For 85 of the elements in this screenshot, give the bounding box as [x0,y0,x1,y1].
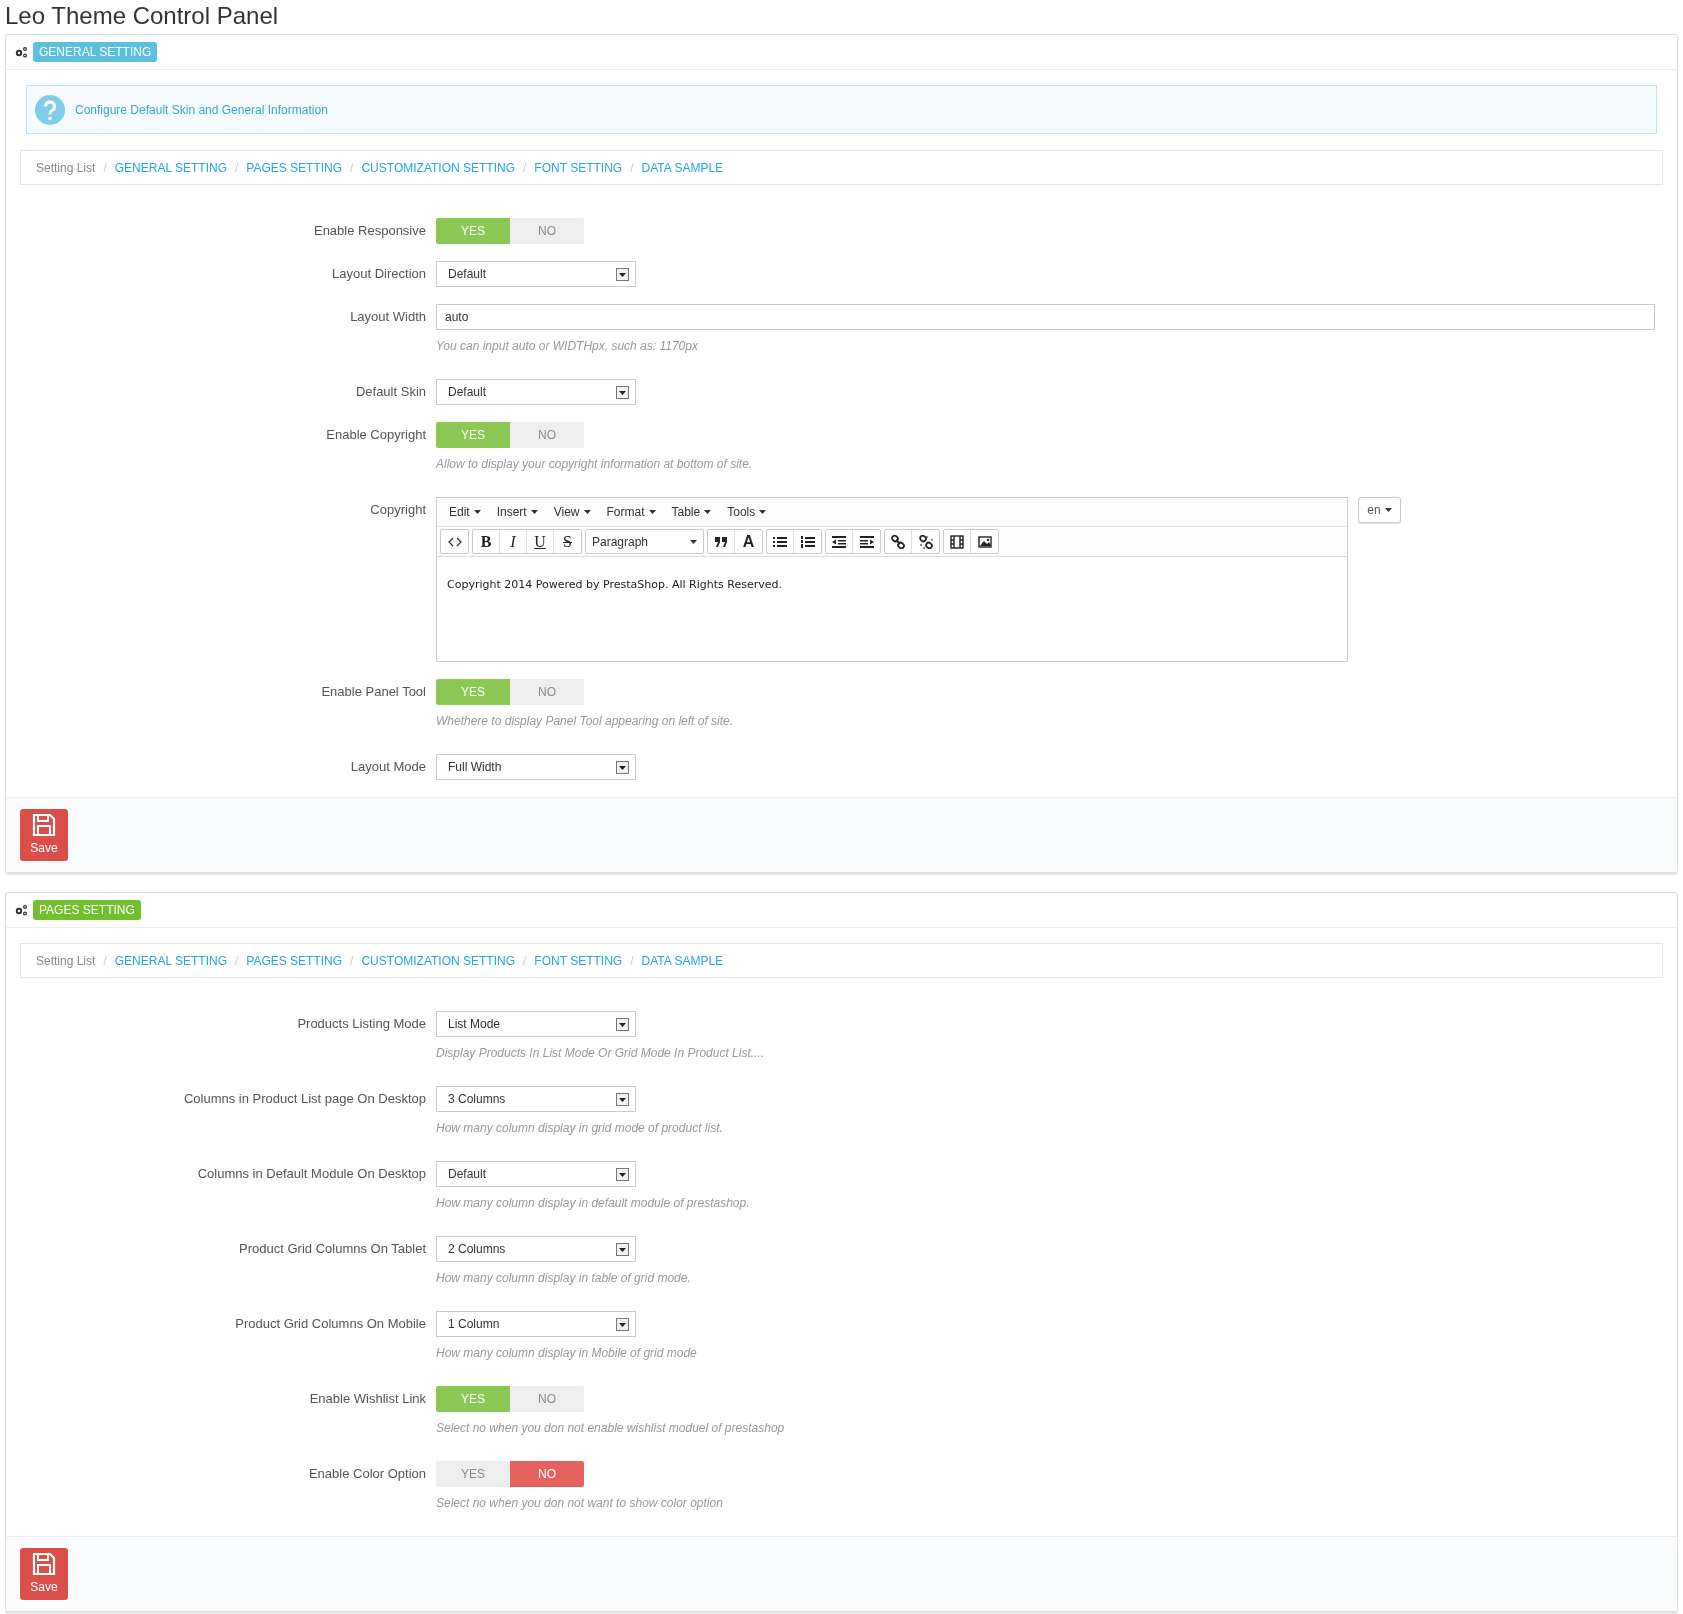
help-text: How many column display in grid mode of product list. [436,1120,724,1137]
help-text: How many column display in default module of prestashop. [436,1195,751,1212]
breadcrumb-separator: / [523,952,527,970]
breadcrumb-separator: / [234,952,239,970]
field-label: Enable Panel Tool [320,683,427,701]
outdent-icon [832,534,846,549]
field-label: Enable Color Option [307,1465,427,1483]
breadcrumb-separator: / [103,952,107,970]
field-label: Enable Copyright [325,426,427,444]
select-field[interactable]: Default [436,379,636,405]
save-button[interactable]: Save [20,1548,68,1600]
select-field[interactable]: Default [436,261,636,287]
bullet-list-icon [773,534,787,549]
caret-icon [583,510,591,514]
menu-item[interactable]: Edit [443,503,487,521]
breadcrumb-separator: / [630,952,634,970]
caret-icon [530,510,538,514]
panel-title-badge: PAGES SETTING [33,900,141,920]
select-field[interactable]: Default [436,1161,636,1187]
indent-icon [859,534,874,549]
numbered-list-icon [800,534,815,549]
field-label: Default Skin [354,383,427,401]
menu-item[interactable]: Table [665,503,718,521]
underline-button[interactable]: U [527,530,554,553]
field-label: Layout Width [349,308,427,326]
format-dropdown[interactable]: Paragraph [586,530,703,553]
select-field[interactable]: 1 Column [436,1311,636,1337]
field-label: Product Grid Columns On Mobile [234,1315,427,1333]
caret-icon [473,510,481,514]
help-text: Display Products In List Mode Or Grid Mode In Product List.... [436,1045,766,1062]
select-field[interactable]: 2 Columns [436,1236,636,1262]
breadcrumb-separator: / [630,159,634,177]
help-text: Select no when you don not enable wishlist moduel of prestashop [436,1420,786,1437]
editor-content[interactable]: Copyright 2014 Powered by PrestaShop. All Rights Reserved. [437,557,1347,661]
field-label: Layout Mode [349,758,427,776]
italic-button[interactable]: I [500,530,527,553]
field-label: Columns in Product List page On Desktop [182,1090,427,1108]
select-field[interactable]: List Mode [436,1011,636,1037]
quote-icon [714,534,728,549]
strikethrough-button[interactable]: S [554,530,581,553]
panel-title-badge: GENERAL SETTING [33,42,158,62]
select-field[interactable]: 3 Columns [436,1086,636,1112]
help-text: Allow to display your copyright information at bottom of site. [436,456,754,473]
caret-icon [690,539,697,544]
page-title: Leo Theme Control Panel [5,2,280,30]
help-text: How many column display in Mobile of grid mode [436,1345,698,1362]
unlink-icon [918,534,933,549]
menu-item[interactable]: Tools [721,503,773,521]
gears-icon [14,904,28,916]
field-label: Products Listing Mode [296,1015,427,1033]
field-label: Layout Direction [331,265,427,283]
help-icon [35,94,65,125]
text-input[interactable]: auto [436,304,1655,330]
help-text: You can input auto or WIDTHpx, such as: 1170px [436,338,699,355]
breadcrumb-separator: / [350,952,354,970]
help-text: Whethere to display Panel Tool appearing on left of site. [436,713,735,730]
caret-icon [759,510,767,514]
breadcrumb-separator: / [523,159,527,177]
help-text: How many column display in table of grid mode. [436,1270,692,1287]
info-text: Configure Default Skin and General Information [75,101,328,119]
gears-icon [14,46,28,58]
menu-item[interactable]: Format [600,503,662,521]
bold-button[interactable]: B [473,530,500,553]
save-button[interactable]: Save [20,809,68,861]
breadcrumb-separator: / [103,159,107,177]
caret-icon [704,510,712,514]
help-text: Select no when you don not want to show color option [436,1495,724,1512]
language-button[interactable]: en [1358,497,1401,523]
field-label: Columns in Default Module On Desktop [196,1165,427,1183]
image-icon [977,534,992,549]
film-icon [950,534,964,549]
caret-icon [1384,508,1392,512]
field-label: Enable Wishlist Link [308,1390,427,1408]
select-field[interactable]: Full Width [436,754,636,780]
field-label: Product Grid Columns On Tablet [238,1240,427,1258]
menu-item[interactable]: View [547,503,597,521]
field-label: Copyright [369,501,427,519]
breadcrumb-label: Setting List [36,159,96,177]
field-label: Enable Responsive [312,222,427,240]
menu-item[interactable]: Insert [490,503,544,521]
breadcrumb-label: Setting List [36,952,96,970]
link-icon [891,534,905,549]
breadcrumb-separator: / [234,159,239,177]
caret-icon [648,510,656,514]
breadcrumb-separator: / [350,159,354,177]
